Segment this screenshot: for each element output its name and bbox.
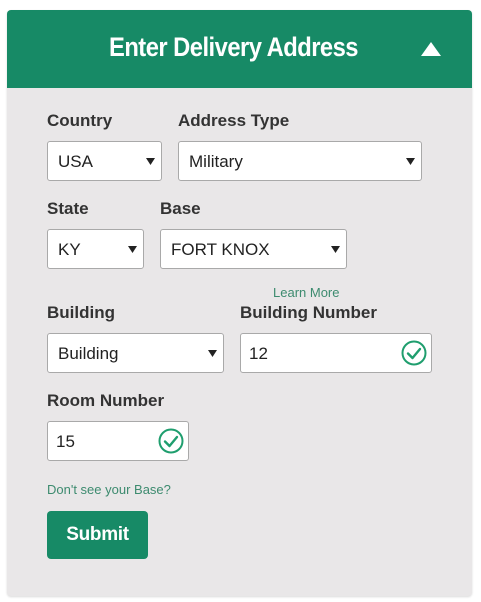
address-type-select-value: Military (189, 152, 243, 171)
base-select[interactable]: FORT KNOX (160, 229, 347, 269)
state-select-value: KY (58, 240, 81, 259)
valid-check-icon (158, 428, 184, 454)
panel-header[interactable]: Enter Delivery Address (7, 10, 472, 88)
building-select-value: Building (58, 344, 119, 363)
submit-button[interactable]: Submit (47, 511, 148, 559)
submit-button-label: Submit (66, 524, 129, 545)
panel-title: Enter Delivery Address (109, 32, 359, 62)
address-type-select[interactable]: Military (178, 141, 422, 181)
valid-check-icon (401, 340, 427, 366)
room-number-label: Room Number (47, 391, 165, 410)
building-number-value: 12 (249, 344, 268, 363)
state-label: State (47, 199, 89, 218)
country-select[interactable]: USA (47, 141, 162, 181)
country-label: Country (47, 111, 113, 130)
dropdown-arrow-icon (406, 158, 415, 165)
dropdown-arrow-icon (128, 246, 137, 253)
dropdown-arrow-icon (146, 158, 155, 165)
missing-base-link[interactable]: Don't see your Base? (47, 482, 171, 497)
state-select[interactable]: KY (47, 229, 144, 269)
room-number-input[interactable]: 15 (47, 421, 189, 461)
building-number-label: Building Number (240, 303, 377, 322)
room-number-value: 15 (56, 432, 75, 451)
dropdown-arrow-icon (331, 246, 340, 253)
base-select-value: FORT KNOX (171, 240, 270, 259)
dropdown-arrow-icon (208, 350, 217, 357)
learn-more-link[interactable]: Learn More (273, 285, 339, 300)
base-label: Base (160, 199, 201, 218)
building-select[interactable]: Building (47, 333, 224, 373)
address-type-label: Address Type (178, 111, 290, 130)
country-select-value: USA (58, 152, 93, 171)
chevron-up-icon[interactable] (420, 40, 442, 58)
building-number-input[interactable]: 12 (240, 333, 432, 373)
building-label: Building (47, 303, 115, 322)
delivery-address-panel: Enter Delivery Address Country USA Addre… (7, 10, 472, 596)
